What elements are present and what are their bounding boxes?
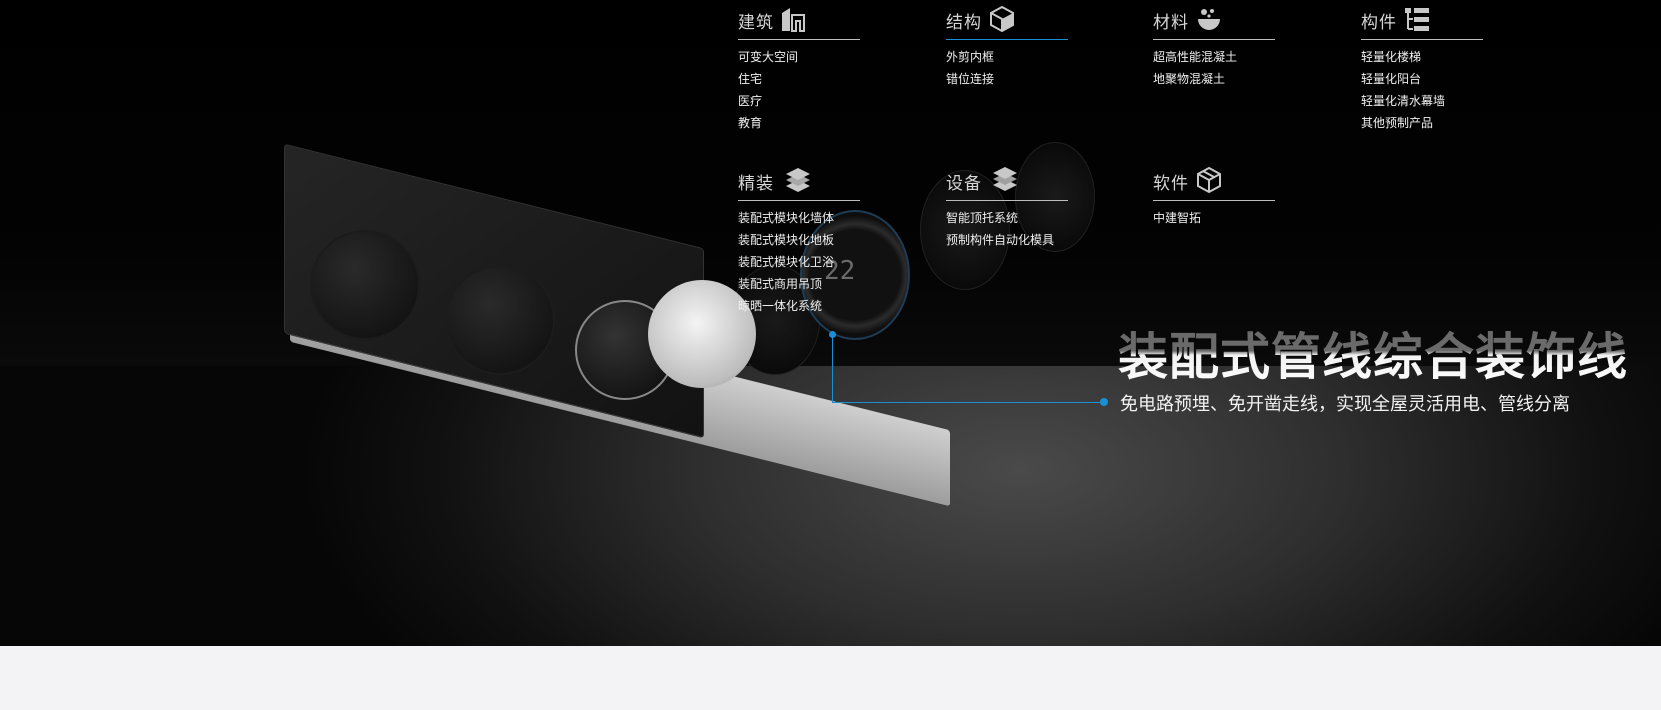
switch-knob [310, 230, 420, 340]
callout-dot-end [1100, 398, 1108, 406]
category-item[interactable]: 外剪内框 [946, 46, 1068, 68]
category-title: 构件 [1361, 13, 1397, 33]
category-item[interactable]: 超高性能混凝土 [1153, 46, 1275, 68]
category-item[interactable]: 装配式模块化卫浴 [738, 251, 860, 273]
category-title: 设备 [946, 174, 982, 194]
category-title: 精装 [738, 174, 774, 194]
stack-icon [993, 167, 1017, 191]
category-header: 精装 [738, 161, 860, 201]
category-item[interactable]: 其他预制产品 [1361, 112, 1483, 134]
category-item[interactable]: 错位连接 [946, 68, 1068, 90]
feature-subtitle: 免电路预埋、免开凿走线，实现全屋灵活用电、管线分离 [1120, 394, 1570, 415]
tree-list-icon [1405, 8, 1429, 31]
category-item[interactable]: 住宅 [738, 68, 860, 90]
box-icon [1197, 166, 1221, 194]
category-title: 软件 [1153, 174, 1189, 194]
category-material: 材料 超高性能混凝土 地聚物混凝土 [1153, 0, 1275, 90]
category-title: 材料 [1153, 13, 1189, 33]
category-item[interactable]: 轻量化楼梯 [1361, 46, 1483, 68]
category-item[interactable]: 装配式模块化墙体 [738, 207, 860, 229]
category-list: 中建智拓 [1153, 207, 1275, 229]
category-structure: 结构 外剪内框 错位连接 [946, 0, 1068, 90]
category-finishing: 精装 装配式模块化墙体 装配式模块化地板 装配式模块化卫浴 装配式商用吊顶 晾晒… [738, 161, 860, 317]
category-building: 建筑 可变大空间 住宅 医疗 教育 [738, 0, 860, 134]
category-header: 建筑 [738, 0, 860, 40]
category-header: 材料 [1153, 0, 1275, 40]
feature-title: 装配式管线综合装饰线 [1118, 317, 1658, 389]
callout-line-vertical [832, 334, 833, 403]
category-item[interactable]: 装配式商用吊顶 [738, 273, 860, 295]
switch-knob [445, 265, 555, 375]
category-list: 轻量化楼梯 轻量化阳台 轻量化清水幕墙 其他预制产品 [1361, 46, 1483, 134]
category-item[interactable]: 预制构件自动化模具 [946, 229, 1068, 251]
layers-icon [786, 168, 810, 192]
category-list: 可变大空间 住宅 医疗 教育 [738, 46, 860, 134]
category-list: 外剪内框 错位连接 [946, 46, 1068, 90]
category-header: 构件 [1361, 0, 1483, 40]
category-item[interactable]: 教育 [738, 112, 860, 134]
category-header: 软件 [1153, 161, 1275, 201]
category-item[interactable]: 可变大空间 [738, 46, 860, 68]
category-item[interactable]: 智能顶托系统 [946, 207, 1068, 229]
category-header: 结构 [946, 0, 1068, 40]
page-bottom-band [0, 646, 1661, 710]
cube-icon [990, 5, 1014, 33]
category-list: 装配式模块化墙体 装配式模块化地板 装配式模块化卫浴 装配式商用吊顶 晾晒一体化… [738, 207, 860, 317]
category-header: 设备 [946, 161, 1068, 201]
category-title: 建筑 [738, 13, 774, 33]
building-icon [782, 8, 805, 32]
category-title: 结构 [946, 13, 982, 33]
hero-section: 22 建筑 可变大空间 住宅 医疗 教育 结构 外剪内框 错位连接 材料 超高性… [0, 0, 1661, 646]
category-item[interactable]: 中建智拓 [1153, 207, 1275, 229]
category-software: 软件 中建智拓 [1153, 161, 1275, 229]
material-icon [1198, 9, 1220, 30]
category-item[interactable]: 装配式模块化地板 [738, 229, 860, 251]
category-item[interactable]: 轻量化清水幕墙 [1361, 90, 1483, 112]
category-item[interactable]: 医疗 [738, 90, 860, 112]
category-item[interactable]: 晾晒一体化系统 [738, 295, 860, 317]
callout-line-horizontal [832, 402, 1102, 403]
category-item[interactable]: 地聚物混凝土 [1153, 68, 1275, 90]
category-list: 超高性能混凝土 地聚物混凝土 [1153, 46, 1275, 90]
category-list: 智能顶托系统 预制构件自动化模具 [946, 207, 1068, 251]
category-item[interactable]: 轻量化阳台 [1361, 68, 1483, 90]
category-component: 构件 轻量化楼梯 轻量化阳台 轻量化清水幕墙 其他预制产品 [1361, 0, 1483, 134]
category-equipment: 设备 智能顶托系统 预制构件自动化模具 [946, 161, 1068, 251]
